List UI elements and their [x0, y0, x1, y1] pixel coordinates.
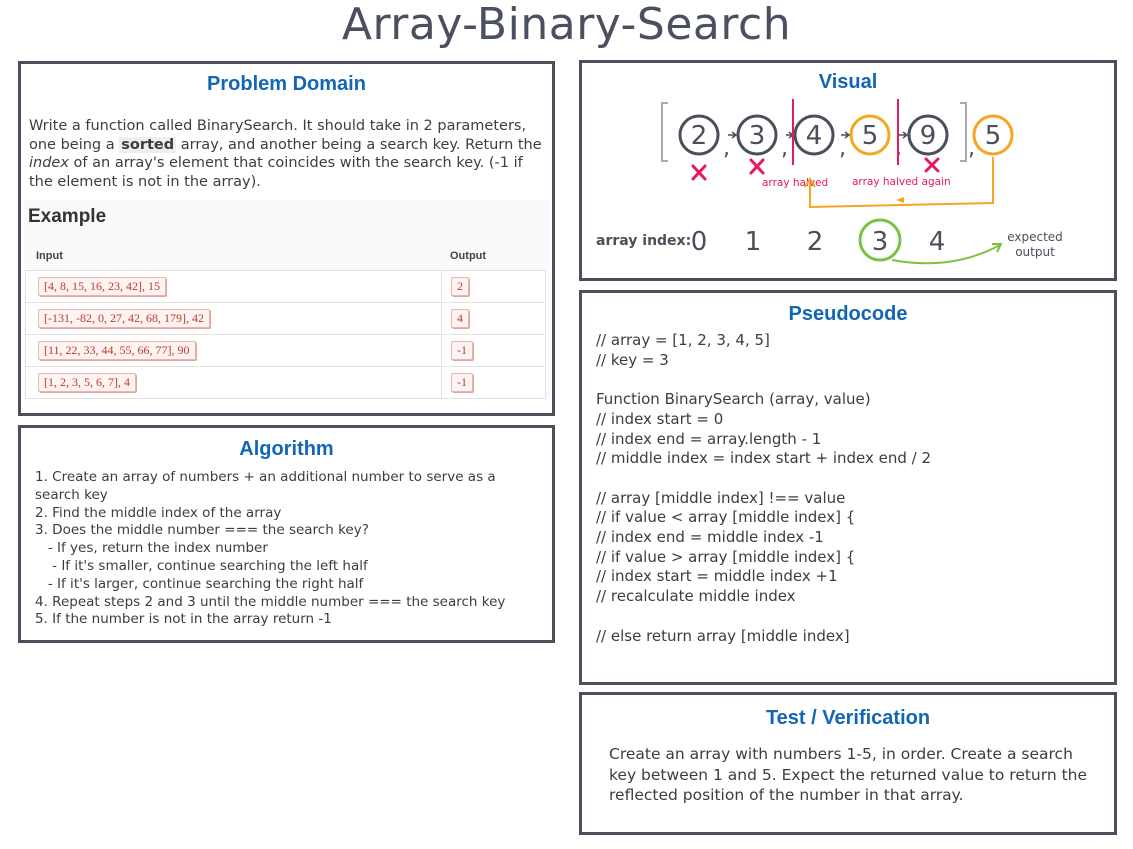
problem-domain-text: Write a function called BinarySearch. It…	[29, 117, 549, 191]
comma: ,	[968, 136, 975, 161]
cross-icon	[691, 164, 707, 181]
example-table: [4, 8, 15, 16, 23, 42], 15 2 [-131, -82,…	[25, 270, 546, 399]
visual-diagram: 2 3 4 5 9 5 , , , , , array halved array…	[596, 99, 1063, 265]
array-value: 5	[862, 121, 879, 151]
index-value: 0	[691, 227, 708, 257]
code-line: // if value < array [middle index] {	[596, 508, 856, 527]
output-label: output	[1015, 245, 1055, 259]
example-output-chip: 4	[451, 309, 469, 328]
example-input-chip: [4, 8, 15, 16, 23, 42], 15	[38, 277, 166, 296]
index-value: 2	[807, 227, 824, 257]
right-bracket-icon	[960, 102, 967, 162]
algorithm-title: Algorithm	[239, 438, 334, 460]
array-halved-label: array halved	[762, 177, 828, 189]
pd-text-sorted: sorted	[119, 136, 177, 153]
pd-text-part-2: array, and another being a search key. R…	[176, 136, 542, 153]
example-input-chip: [-131, -82, 0, 27, 42, 68, 179], 42	[38, 309, 210, 328]
code-line: // recalculate middle index	[596, 587, 796, 606]
code-line: // array = [1, 2, 3, 4, 5]	[596, 331, 770, 349]
cross-icon	[749, 158, 765, 175]
example-box: Example Input Output [4, 8, 15, 16, 23, …	[24, 200, 550, 399]
table-row: [4, 8, 15, 16, 23, 42], 15 2	[25, 270, 546, 302]
example-output-header: Output	[450, 250, 487, 262]
index-value: 1	[745, 227, 762, 257]
cross-icon	[924, 157, 940, 173]
algorithm-line: 3. Does the middle number === the search…	[35, 522, 369, 539]
array-halved-again-label: array halved again	[852, 176, 951, 188]
problem-domain-panel: Problem Domain Write a function called B…	[18, 61, 555, 416]
algorithm-line: search key	[35, 486, 108, 503]
array-value: 3	[749, 121, 766, 151]
test-verification-panel: Test / Verification Create an array with…	[579, 692, 1117, 835]
array-value: 4	[806, 121, 823, 151]
index-value: 4	[929, 227, 946, 257]
example-title: Example	[28, 206, 107, 227]
algorithm-line: 5. If the number is not in the array ret…	[35, 611, 332, 628]
pseudocode-panel: Pseudocode // array = [1, 2, 3, 4, 5] //…	[579, 290, 1117, 685]
example-input-chip: [11, 22, 33, 44, 55, 66, 77], 90	[38, 341, 196, 360]
code-line: // middle index = index start + index en…	[596, 449, 932, 468]
array-index-label: array index:	[596, 233, 691, 249]
code-line: // array [middle index] !== value	[596, 488, 846, 507]
algorithm-line: - If it's smaller, continue searching th…	[35, 557, 368, 574]
arrow-head-icon	[896, 197, 904, 203]
table-row: [1, 2, 3, 5, 6, 7], 4 -1	[25, 366, 546, 399]
table-row: [11, 22, 33, 44, 55, 66, 77], 90 -1	[25, 334, 546, 366]
code-line: // index end = array.length - 1	[596, 429, 822, 448]
index-value: 3	[872, 227, 889, 257]
pseudocode-body: // array = [1, 2, 3, 4, 5] // key = 3 Fu…	[596, 331, 931, 646]
comma: ,	[839, 136, 846, 161]
code-line: // index start = 0	[596, 409, 724, 428]
page-title: Array-Binary-Search	[341, 0, 792, 50]
pd-text-part-3: of an array's element that coincides wit…	[29, 155, 523, 190]
visual-panel: Visual 2 3 4 5 9 5 , , , , ,	[579, 60, 1117, 281]
example-output-chip: -1	[451, 373, 473, 392]
pseudocode-title: Pseudocode	[788, 303, 908, 325]
example-input-chip: [1, 2, 3, 5, 6, 7], 4	[38, 373, 136, 392]
comma: ,	[781, 136, 788, 161]
algorithm-line: - If it's larger, continue searching the…	[35, 575, 364, 592]
comma: ,	[723, 136, 730, 161]
expected-label: expected	[1007, 230, 1063, 244]
left-bracket-icon	[661, 102, 668, 162]
problem-domain-title: Problem Domain	[207, 73, 366, 95]
test-verification-title: Test / Verification	[765, 707, 931, 729]
code-line: // else return array [middle index]	[596, 626, 850, 645]
search-key-value: 5	[985, 121, 1002, 151]
array-value: 2	[691, 121, 708, 151]
example-input-header: Input	[36, 250, 63, 262]
table-row: [-131, -82, 0, 27, 42, 68, 179], 42 4	[25, 302, 546, 334]
algorithm-line: - If yes, return the index number	[35, 540, 268, 557]
algorithm-line: 1. Create an array of numbers + an addit…	[35, 469, 496, 485]
example-output-chip: 2	[451, 277, 469, 296]
test-verification-text: Create an array with numbers 1-5, in ord…	[609, 745, 1088, 804]
array-value: 9	[920, 121, 937, 151]
pd-text-index: index	[29, 155, 69, 171]
code-line: // key = 3	[596, 350, 669, 369]
code-line: // index end = middle index -1	[596, 528, 824, 546]
example-output-chip: -1	[451, 341, 473, 360]
algorithm-steps: 1. Create an array of numbers + an addit…	[35, 469, 545, 629]
algorithm-panel: Algorithm 1. Create an array of numbers …	[18, 425, 555, 643]
algorithm-line: 2. Find the middle index of the array	[35, 504, 282, 521]
code-line: // if value > array [middle index] {	[596, 547, 856, 566]
expected-output-arrow	[891, 244, 1001, 265]
code-line: Function BinarySearch (array, value)	[596, 390, 871, 409]
algorithm-line: 4. Repeat steps 2 and 3 until the middle…	[35, 593, 506, 610]
code-line: // index start = middle index +1	[596, 567, 838, 586]
